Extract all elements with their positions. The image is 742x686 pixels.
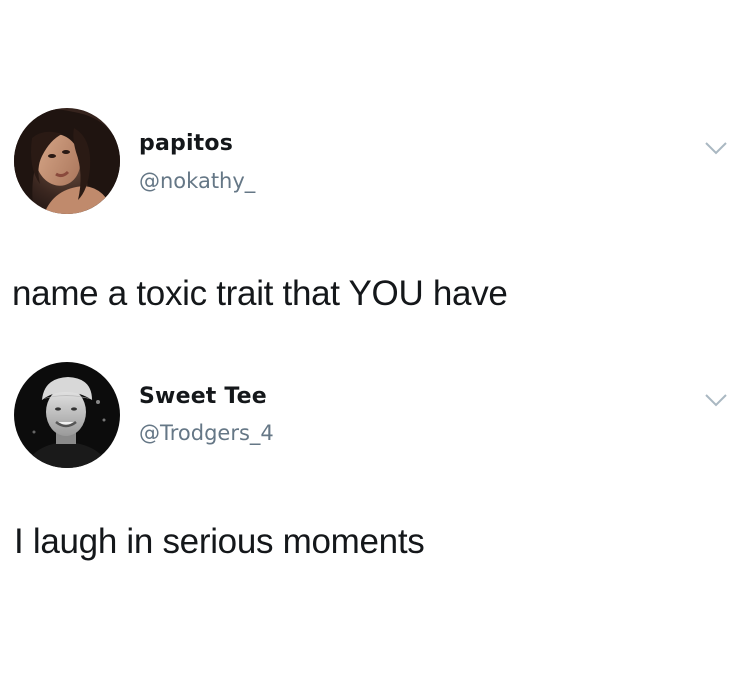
avatar-photo-woman-icon (14, 108, 120, 214)
user-handle[interactable]: @nokathy_ (139, 169, 255, 193)
avatar[interactable] (14, 108, 120, 214)
display-name[interactable]: papitos (139, 131, 233, 156)
avatar[interactable] (14, 362, 120, 468)
avatar-photo-man-cap-icon (14, 362, 120, 468)
chevron-down-icon[interactable] (704, 392, 728, 408)
tweet-text: name a toxic trait that YOU have (12, 274, 508, 313)
tweet-text: I laugh in serious moments (14, 522, 425, 561)
user-handle[interactable]: @Trodgers_4 (139, 421, 274, 445)
display-name[interactable]: Sweet Tee (139, 384, 267, 409)
chevron-down-icon[interactable] (704, 140, 728, 156)
